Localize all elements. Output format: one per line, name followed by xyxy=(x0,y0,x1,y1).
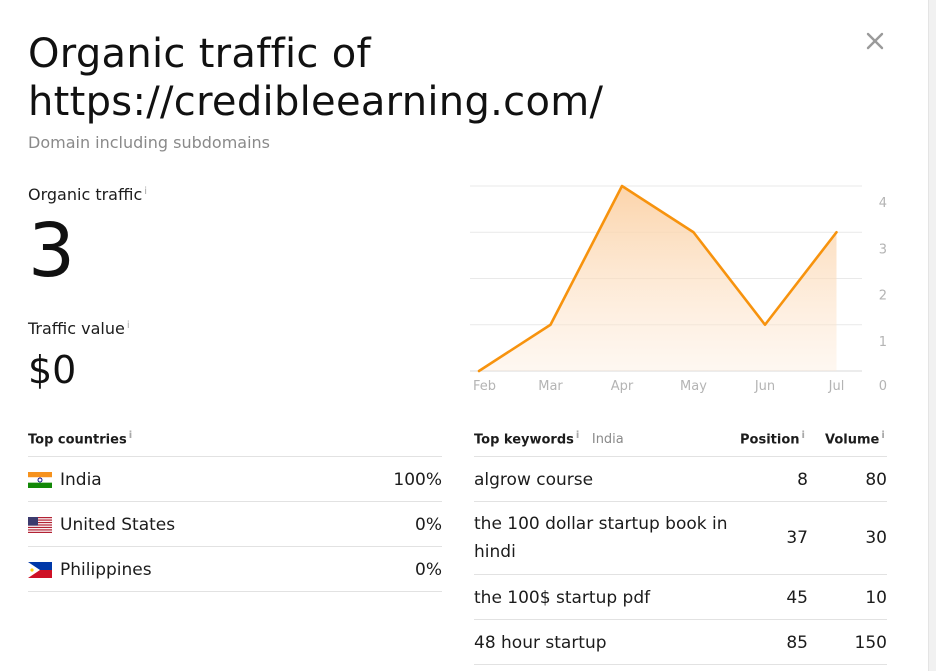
info-icon[interactable]: i xyxy=(127,320,130,331)
keyword-term[interactable]: the 100 dollar startup book in hindi xyxy=(474,510,734,566)
volume-header-label: Volume xyxy=(825,432,880,448)
position-column-header[interactable]: Position i xyxy=(740,430,805,447)
keyword-row[interactable]: the 100$ startup pdf 45 10 xyxy=(474,575,887,620)
volume-column-header[interactable]: Volume i xyxy=(825,430,885,447)
title-line-2: https://credibleearning.com/ xyxy=(28,79,604,125)
country-row[interactable]: United States 0% xyxy=(28,502,442,547)
divider xyxy=(474,664,887,665)
keywords-country: India xyxy=(591,432,624,448)
x-tick-label: Feb xyxy=(473,379,496,394)
keyword-term[interactable]: algrow course xyxy=(474,466,734,494)
organic-traffic-label: Organic traffic i xyxy=(28,185,147,204)
keyword-row[interactable]: algrow course 8 80 xyxy=(474,457,887,502)
title-line-1: Organic traffic of xyxy=(28,31,371,77)
x-tick-label: May xyxy=(680,379,707,394)
keyword-row[interactable]: the 100 dollar startup book in hindi 37 … xyxy=(474,502,887,574)
top-countries-label: Top countries xyxy=(28,432,127,448)
organic-traffic-modal: Organic traffic of https://credibleearni… xyxy=(0,0,928,671)
country-row[interactable]: Philippines 0% xyxy=(28,547,442,592)
y-tick-label: 4 xyxy=(879,196,887,211)
traffic-value-label-text: Traffic value xyxy=(28,319,125,338)
keyword-volume: 30 xyxy=(865,528,887,548)
top-keywords-label: Top keywords xyxy=(474,432,574,448)
top-countries-header: Top countries i xyxy=(28,430,132,447)
page-title: Organic traffic of https://credibleearni… xyxy=(28,30,603,126)
traffic-value-label: Traffic value i xyxy=(28,319,130,338)
position-header-label: Position xyxy=(740,432,800,448)
x-tick-label: Mar xyxy=(538,379,563,394)
country-name: United States xyxy=(60,514,176,535)
info-icon[interactable]: i xyxy=(129,430,132,441)
organic-traffic-label-text: Organic traffic xyxy=(28,185,143,204)
keyword-volume: 150 xyxy=(854,632,887,653)
y-tick-label: 1 xyxy=(879,335,887,350)
x-tick-label: Jul xyxy=(828,379,845,394)
keyword-position: 85 xyxy=(786,632,808,653)
country-share: 0% xyxy=(415,559,442,580)
country-name: India xyxy=(60,469,102,490)
y-tick-label: 0 xyxy=(879,379,887,394)
country-share: 100% xyxy=(393,469,442,490)
x-tick-label: Jun xyxy=(754,379,775,394)
country-name: Philippines xyxy=(60,559,152,580)
flag-india-icon xyxy=(28,471,52,488)
info-icon[interactable]: i xyxy=(144,186,147,197)
keyword-position: 45 xyxy=(786,587,808,608)
keyword-position: 8 xyxy=(797,469,808,490)
keyword-volume: 80 xyxy=(865,469,887,490)
top-keywords-header: Top keywords i India xyxy=(474,430,624,447)
keyword-row[interactable]: 48 hour startup 85 150 xyxy=(474,620,887,665)
flag-us-icon xyxy=(28,516,52,533)
x-tick-label: Apr xyxy=(611,379,634,394)
keyword-term[interactable]: 48 hour startup xyxy=(474,629,734,657)
keyword-position: 37 xyxy=(786,528,808,548)
country-share: 0% xyxy=(415,514,442,535)
info-icon[interactable]: i xyxy=(576,430,579,441)
info-icon[interactable]: i xyxy=(881,430,884,441)
close-icon[interactable] xyxy=(862,28,888,54)
traffic-chart: Feb Mar Apr May Jun Jul 0 1 2 3 4 xyxy=(470,184,887,394)
scope-subtitle: Domain including subdomains xyxy=(28,133,271,152)
organic-traffic-value: 3 xyxy=(28,208,76,294)
country-row[interactable]: India 100% xyxy=(28,457,442,502)
y-tick-label: 2 xyxy=(879,289,887,304)
info-icon[interactable]: i xyxy=(802,430,805,441)
keyword-term[interactable]: the 100$ startup pdf xyxy=(474,584,734,612)
divider xyxy=(28,591,442,592)
scrollbar[interactable] xyxy=(928,0,936,671)
keyword-volume: 10 xyxy=(865,587,887,608)
flag-philippines-icon xyxy=(28,561,52,578)
traffic-value-amount: $0 xyxy=(28,348,77,392)
y-tick-label: 3 xyxy=(879,242,887,257)
